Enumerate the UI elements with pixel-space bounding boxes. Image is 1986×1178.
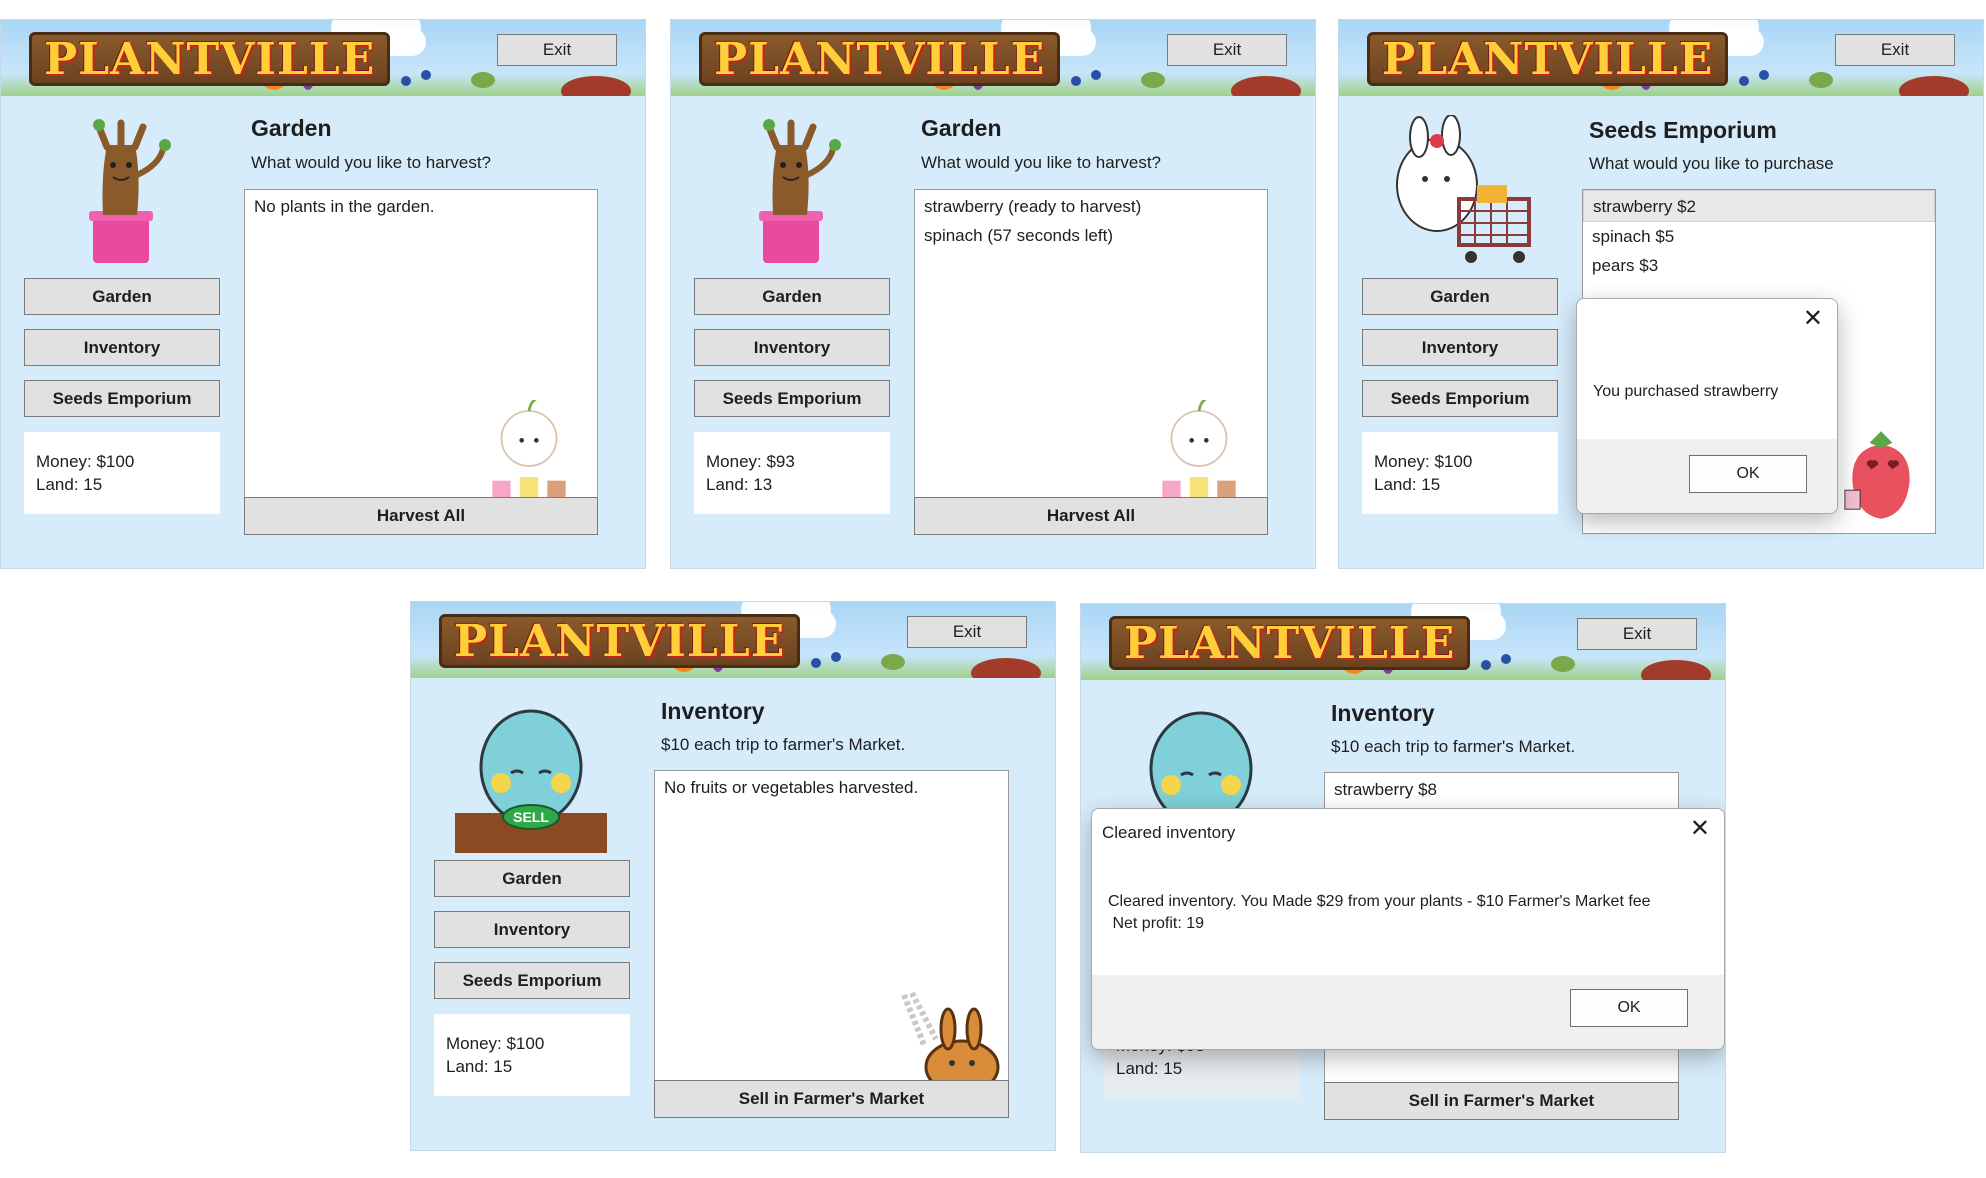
exit-button[interactable]: Exit [497,34,617,66]
stats-panel: Money: $100 Land: 15 [24,432,220,514]
page-title: Garden [921,115,1002,141]
page-subtitle: What would you like to purchase [1589,154,1834,173]
tree-in-pot-icon [759,119,841,263]
money-label: Money: $100 [36,452,135,471]
page-title: Inventory [661,698,765,724]
pancake-bunny-icon [901,991,1000,1095]
sell-badge-text: SELL [513,809,549,825]
ok-button[interactable]: OK [1570,989,1688,1027]
list-item[interactable]: spinach (57 seconds left) [915,221,1267,250]
app-window-garden-empty: PLANTVILLE Exit Garden Inventory Seeds E… [0,19,646,569]
app-window-inventory-empty: PLANTVILLE Exit SELL Garden Inventory Se… [410,601,1056,1151]
dialog-message: Cleared inventory. You Made $29 from you… [1108,893,1651,910]
stats-panel: Money: $93 Land: 13 [694,432,890,514]
app-window-seeds-emporium: PLANTVILLE Exit Garden Inventory Seeds E… [1338,19,1984,569]
sell-farmers-market-button[interactable]: Sell in Farmer's Market [1324,1082,1679,1120]
page-subtitle: $10 each trip to farmer's Market. [661,735,906,754]
seedling-mascot-icon [492,400,566,501]
harvest-all-button[interactable]: Harvest All [914,497,1268,535]
page-title: Garden [251,115,332,141]
app-window-garden-planted: PLANTVILLE Exit Garden Inventory Seeds E… [670,19,1316,569]
plantville-logo: PLANTVILLE [699,32,1061,86]
sell-mascot-icon: SELL [455,709,607,853]
page-subtitle: What would you like to harvest? [251,153,492,172]
harvest-all-button[interactable]: Harvest All [244,497,598,535]
list-item-selected[interactable]: strawberry $2 [1583,190,1935,222]
plantville-logo: PLANTVILLE [439,614,801,668]
list-item[interactable]: pears $3 [1583,251,1935,280]
money-label: Money: $100 [446,1034,545,1053]
plantville-logo: PLANTVILLE [1367,32,1729,86]
dialog-message: You purchased strawberry [1593,383,1779,400]
land-label: Land: 13 [706,475,773,494]
nav-garden-button[interactable]: Garden [1362,278,1558,315]
plantville-logo: PLANTVILLE [1109,616,1471,670]
inventory-listbox[interactable]: No fruits or vegetables harvested. [654,770,1009,1102]
strawberry-mascot-icon [1844,431,1910,519]
nav-garden-button[interactable]: Garden [24,278,220,315]
list-item[interactable]: spinach $5 [1583,222,1935,251]
list-item[interactable]: No plants in the garden. [245,190,597,221]
page-subtitle: $10 each trip to farmer's Market. [1331,737,1576,756]
cleared-inventory-dialog: Cleared inventory ✕ Cleared inventory. Y… [1091,808,1725,1050]
ok-button[interactable]: OK [1689,455,1807,493]
plant-listbox[interactable]: strawberry (ready to harvest) spinach (5… [914,189,1268,519]
nav-seeds-button[interactable]: Seeds Emporium [694,380,890,417]
nav-inventory-button[interactable]: Inventory [1362,329,1558,366]
nav-seeds-button[interactable]: Seeds Emporium [434,962,630,999]
tree-in-pot-icon [89,119,171,263]
exit-button[interactable]: Exit [1835,34,1955,66]
dialog-title: Cleared inventory [1102,823,1236,842]
money-label: Money: $93 [706,452,795,471]
close-icon[interactable]: ✕ [1690,817,1710,841]
purchase-dialog: ✕ You purchased strawberry OK [1576,298,1838,514]
stats-panel: Money: $100 Land: 15 [434,1014,630,1096]
money-label: Money: $100 [1374,452,1473,471]
plantville-logo: PLANTVILLE [29,32,391,86]
nav-inventory-button[interactable]: Inventory [434,911,630,948]
plant-listbox[interactable]: No plants in the garden. [244,189,598,519]
land-label: Land: 15 [36,475,103,494]
exit-button[interactable]: Exit [1577,618,1697,650]
nav-inventory-button[interactable]: Inventory [24,329,220,366]
sell-farmers-market-button[interactable]: Sell in Farmer's Market [654,1080,1009,1118]
seedling-mascot-icon [1162,400,1236,501]
land-label: Land: 15 [1116,1059,1183,1078]
page-title: Inventory [1331,700,1435,726]
exit-button[interactable]: Exit [907,616,1027,648]
app-window-inventory-cleared: PLANTVILLE Exit Garden Inventory Seeds E… [1080,603,1726,1153]
dialog-footer: OK [1092,975,1724,1049]
land-label: Land: 15 [1374,475,1441,494]
page-subtitle: What would you like to harvest? [921,153,1162,172]
page-title: Seeds Emporium [1589,117,1777,143]
list-item[interactable]: strawberry (ready to harvest) [915,190,1267,221]
nav-seeds-button[interactable]: Seeds Emporium [1362,380,1558,417]
dialog-message-profit: Net profit: 19 [1108,915,1205,932]
bunny-shopping-cart-icon [1396,115,1531,263]
close-icon[interactable]: ✕ [1803,307,1823,331]
land-label: Land: 15 [446,1057,513,1076]
nav-garden-button[interactable]: Garden [694,278,890,315]
nav-inventory-button[interactable]: Inventory [694,329,890,366]
nav-garden-button[interactable]: Garden [434,860,630,897]
nav-seeds-button[interactable]: Seeds Emporium [24,380,220,417]
stats-panel: Money: $100 Land: 15 [1362,432,1558,514]
exit-button[interactable]: Exit [1167,34,1287,66]
list-item[interactable]: strawberry $8 [1325,773,1678,804]
dialog-footer: OK [1577,439,1837,513]
list-item[interactable]: No fruits or vegetables harvested. [655,771,1008,802]
